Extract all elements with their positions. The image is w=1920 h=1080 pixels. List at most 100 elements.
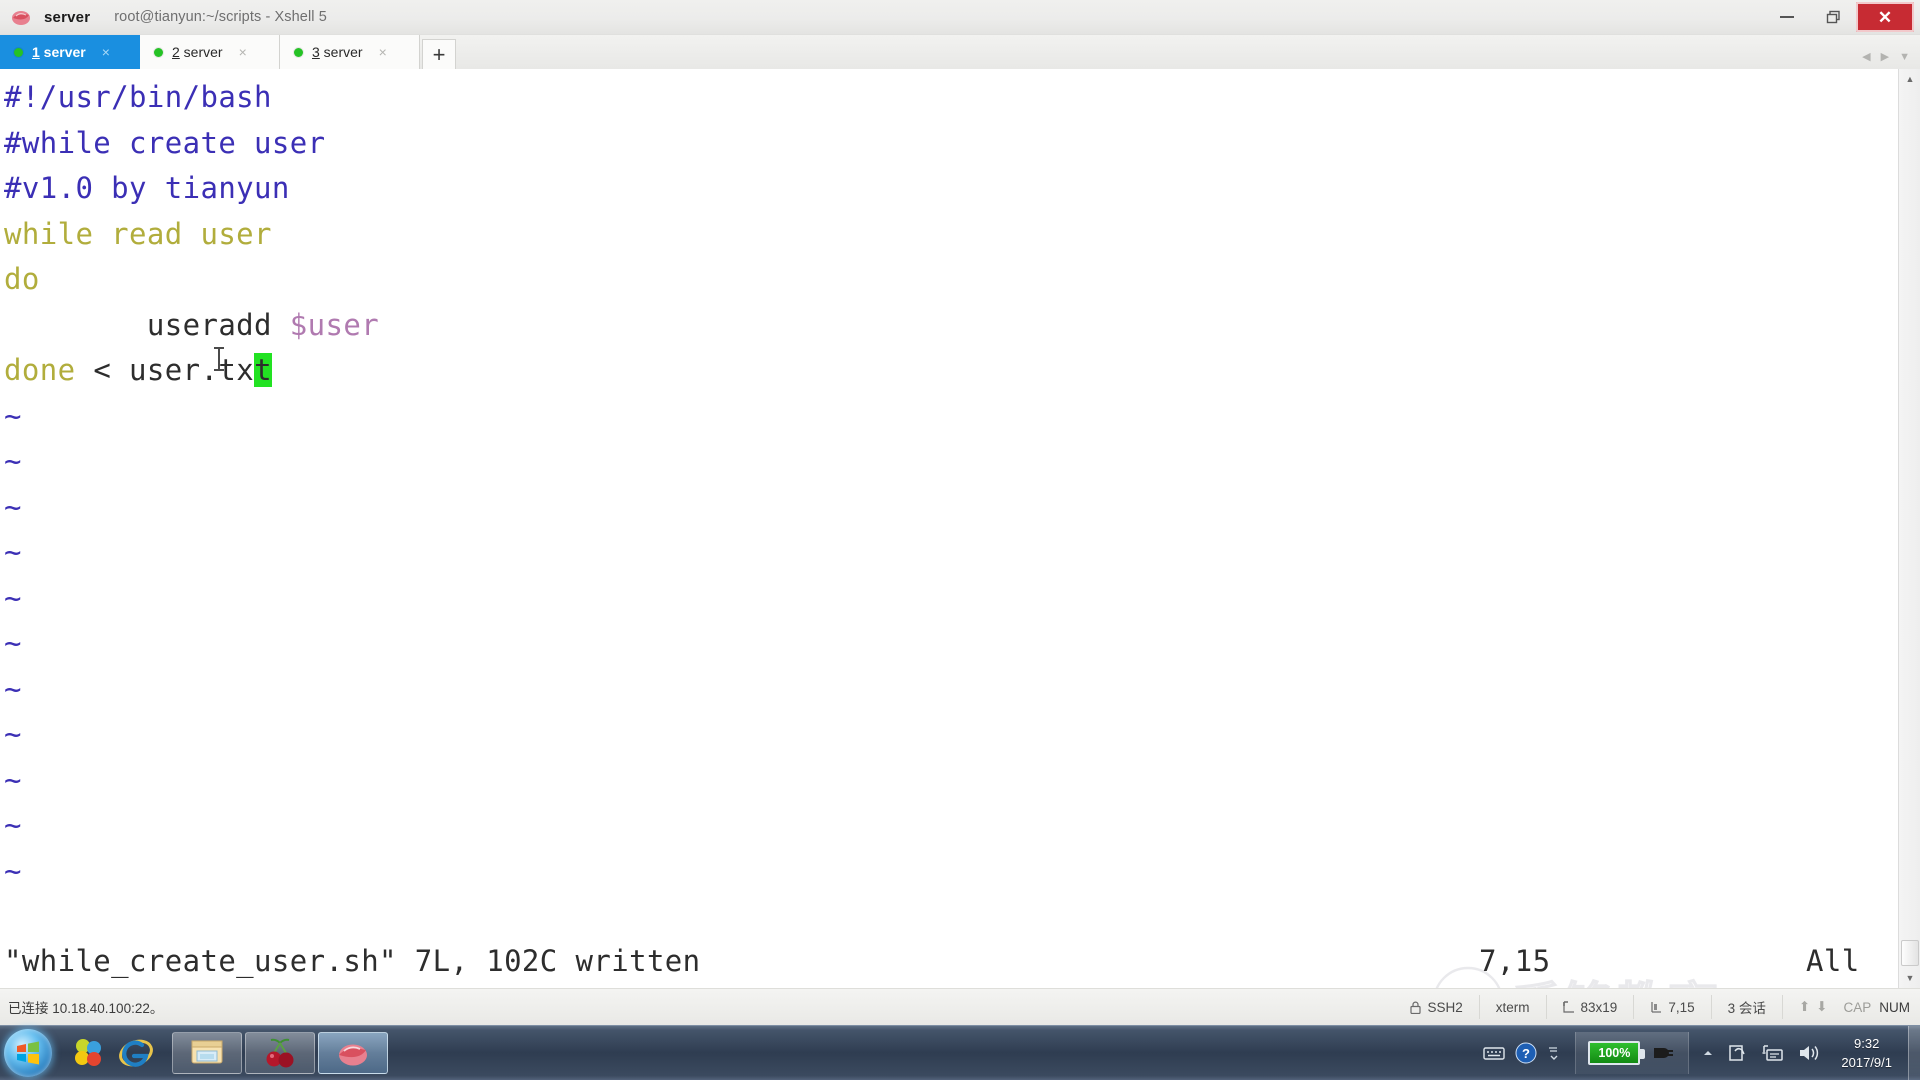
tab-close-icon[interactable]: × [379,45,387,59]
close-icon: ✕ [1877,7,1893,27]
skype-icon[interactable] [66,1031,110,1075]
terminal-line: ~ [4,758,1898,804]
tab-next-icon[interactable]: ▶ [1881,50,1889,63]
tab-list-icon[interactable]: ▼ [1899,51,1910,63]
tab-close-icon[interactable]: × [239,45,247,59]
tab-session-3[interactable]: 3 server × [280,35,420,69]
upload-arrow-icon: ⬆ [1798,999,1811,1014]
status-transfer-indicators: ⬆ ⬇ [1781,995,1844,1019]
terminal-span: #!/usr/bin/bash [4,80,272,114]
battery-indicator[interactable]: 100% [1575,1032,1690,1074]
keyboard-icon[interactable] [1483,1046,1506,1060]
terminal-line: ~ [4,803,1898,849]
status-protocol: SSH2 [1394,995,1478,1019]
terminal-text: #!/usr/bin/bash #while create user #v1.0 b… [4,75,1898,894]
terminal-line: ~ [4,394,1898,440]
vim-status-scroll: All [1806,944,1860,978]
tab-session-1[interactable]: 1 server × [0,35,140,69]
internet-explorer-icon[interactable] [114,1031,158,1075]
restore-button[interactable] [1810,0,1856,34]
terminal-line: done < user.txt [4,348,1898,394]
volume-icon[interactable] [1797,1043,1821,1063]
scroll-up-icon[interactable]: ▲ [1899,69,1920,89]
terminal-line: ~ [4,667,1898,713]
explorer-icon [191,1040,223,1064]
terminal-line: #v1.0 by tianyun [4,166,1898,212]
status-bar-right: SSH2 xterm 83x19 7,15 3 会话 ⬆ ⬇ CAP NUM [1394,995,1920,1019]
new-tab-button[interactable]: + [422,39,456,69]
taskbar-cherry-button[interactable] [245,1032,315,1074]
tab-session-2[interactable]: 2 server × [140,35,280,69]
show-desktop-button[interactable] [1908,1025,1920,1080]
xshell-icon [339,1044,367,1066]
terminal-line: #!/usr/bin/bash [4,75,1898,121]
window-title-path: root@tianyun:~/scripts - Xshell 5 [114,9,327,25]
clock-time: 9:32 [1854,1036,1880,1051]
xshell-window: server root@tianyun:~/scripts - Xshell 5… [0,0,1920,1080]
terminal-span: ~ [4,535,22,569]
terminal-line: while read user [4,212,1898,258]
status-caps-lock: CAP [1843,999,1872,1015]
network-icon[interactable] [1761,1043,1785,1063]
tray-input-icons: ? [1469,1042,1575,1064]
download-arrow-icon: ⬇ [1816,999,1828,1014]
status-bar: 已连接 10.18.40.100:22。 SSH2 xterm 83x19 7,… [0,988,1920,1025]
vim-status-position: 7,15 [1479,944,1551,978]
clock-date: 2017/9/1 [1841,1055,1892,1070]
minimize-button[interactable] [1764,0,1810,34]
tab-label: 3 server [312,44,363,60]
status-size: 83x19 [1545,995,1634,1019]
terminal-span: ~ [4,717,22,751]
vim-status-line: "while_create_user.sh" 7L, 102C written … [4,944,1894,978]
action-center-icon[interactable] [1727,1043,1749,1063]
terminal-span: useradd [4,307,290,342]
terminal-scrollbar[interactable]: ▲ ▼ [1898,69,1920,988]
tab-bar: 1 server × 2 server × 3 server × + ◀ ▶ ▼ [0,35,1920,69]
terminal-line: ~ [4,712,1898,758]
terminal-line: ~ [4,621,1898,667]
status-terminal-type: xterm [1478,995,1546,1019]
taskbar-xshell-button[interactable] [318,1032,388,1074]
terminal-span: $user [289,307,380,342]
status-sessions: 3 会话 [1710,995,1782,1019]
help-icon[interactable]: ? [1515,1042,1537,1064]
terminal-screen[interactable]: #!/usr/bin/bash #while create user #v1.0 b… [0,69,1898,988]
terminal-span: ~ [4,762,22,797]
terminal-span: ~ [4,853,22,888]
terminal-span: ~ [4,489,22,524]
tab-label: 2 server [172,44,223,60]
tab-accel: 3 [312,44,320,60]
scroll-down-icon[interactable]: ▼ [1899,968,1920,988]
scrollbar-thumb[interactable] [1901,940,1919,966]
tab-accel: 2 [172,44,180,60]
terminal-span: ~ [4,580,22,615]
start-button[interactable] [4,1029,52,1077]
terminal-line: useradd $user [4,303,1898,349]
terminal-span: ~ [4,398,22,433]
taskbar-clock[interactable]: 9:32 2017/9/1 [1833,1034,1908,1072]
power-plug-icon[interactable] [1650,1044,1676,1062]
tab-prev-icon[interactable]: ◀ [1862,50,1870,63]
terminal-span: #while create user [4,125,326,160]
tray-expand-icon[interactable] [1547,1043,1561,1063]
cursor-position-icon [1651,1002,1662,1013]
tray-show-hidden-icon[interactable] [1701,1046,1715,1060]
terminal-line: ~ [4,576,1898,622]
xshell-icon [10,6,32,28]
terminal-span: while read user [4,216,272,251]
tab-close-icon[interactable]: × [102,45,110,59]
cherry-icon [266,1038,294,1068]
terminal-line: ~ [4,849,1898,895]
status-num-lock: NUM [1879,999,1910,1015]
status-protocol-label: SSH2 [1427,999,1463,1015]
taskbar-explorer-button[interactable] [172,1032,242,1074]
close-button[interactable]: ✕ [1856,2,1914,32]
terminal-line: do [4,257,1898,303]
terminal-span: done [4,353,94,387]
terminal-span: #v1.0 by tianyun [4,171,290,205]
windows-flag-icon [17,1041,39,1065]
tab-status-dot [14,47,23,57]
app-name: server [44,8,91,26]
svg-text:?: ? [1522,1046,1530,1061]
title-bar: server root@tianyun:~/scripts - Xshell 5… [0,0,1920,35]
